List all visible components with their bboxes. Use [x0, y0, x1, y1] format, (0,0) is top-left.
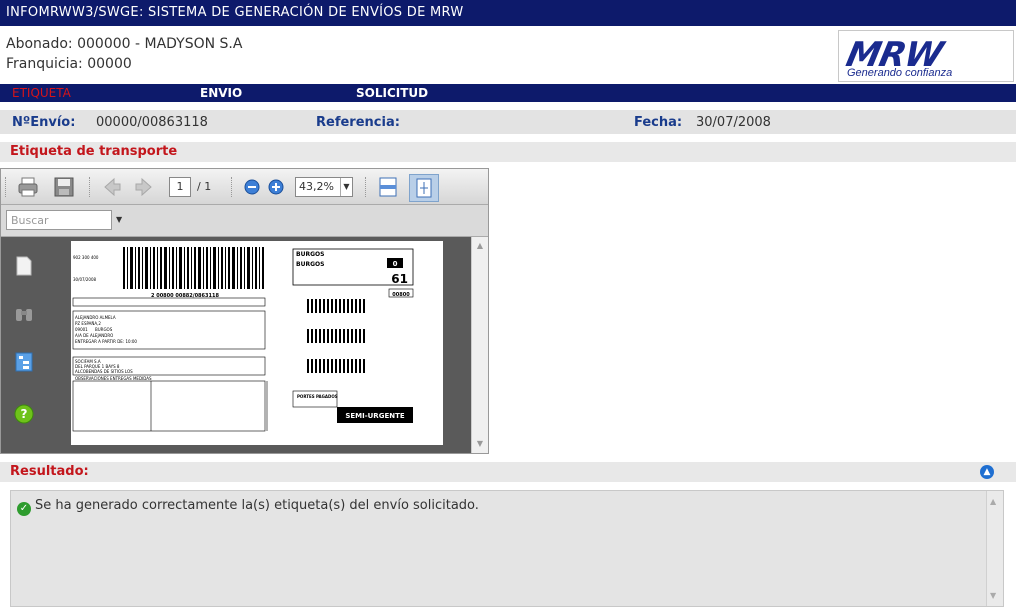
zoom-select[interactable]: 43,2% ▼	[295, 177, 353, 197]
shipment-info-bar: NºEnvío: 00000/00863118 Referencia: Fech…	[0, 110, 1016, 134]
tab-etiqueta[interactable]: ETIQUETA	[12, 86, 71, 100]
binoculars-icon[interactable]	[13, 303, 35, 325]
label-portes: PORTES PAGADOS	[297, 394, 338, 399]
window-title-bar: INFOMRWW3/SWGE: SISTEMA DE GENERACIÓN DE…	[0, 0, 1016, 28]
viewer-side-panel: ?	[1, 237, 53, 453]
label-office: 00800	[392, 292, 410, 298]
shipping-label-page: 902 300 400 30/07/2008 2 00800 00882/086…	[71, 241, 443, 445]
tab-envio[interactable]: ENVIO	[200, 86, 242, 100]
obs-header: OBSERVACIONES ENTREGAS MEDIDAS	[75, 376, 152, 381]
secondary-barcodes	[307, 299, 367, 373]
label-section-header: Etiqueta de transporte	[0, 142, 1016, 162]
pages-icon[interactable]	[13, 255, 35, 277]
dest-cp: 09001	[75, 327, 88, 332]
header: Abonado: 000000 - MADYSON S.A Franquicia…	[0, 30, 1016, 82]
logo-tagline: Generando confianza	[847, 67, 953, 79]
envio-value: 00000/00863118	[96, 115, 208, 130]
zoom-value: 43,2%	[299, 180, 334, 193]
save-icon[interactable]	[53, 176, 75, 198]
fecha-label: Fecha:	[634, 115, 683, 130]
dest-att: A/A DE ALEJANDRO	[75, 333, 113, 338]
scroll-down-icon[interactable]: ▼	[475, 439, 485, 449]
pdf-viewer: 1 / 1 43,2% ▼ Buscar ▼ ? ▲ ▼ 902 300 400…	[0, 168, 489, 454]
zoom-out-icon[interactable]	[241, 176, 263, 198]
franquicia-text: Franquicia: 00000	[6, 56, 132, 72]
scroll-up-icon[interactable]: ▲	[990, 497, 996, 506]
label-box-no: 0	[393, 260, 398, 268]
label-service: SEMI-URGENTE	[345, 412, 405, 420]
result-message: ✓ Se ha generado correctamente la(s) etiq…	[17, 498, 479, 516]
label-city2: BURGOS	[296, 261, 324, 268]
viewer-scrollbar[interactable]: ▲ ▼	[471, 237, 488, 453]
result-section-header: Resultado: ▲	[0, 462, 1016, 482]
dest-note: ENTREGAR A PARTIR DE: 10:00	[75, 339, 137, 344]
dest-name: ALEJANDRO ALMELA	[75, 315, 116, 320]
chevron-down-icon[interactable]: ▼	[116, 215, 122, 224]
fit-page-icon[interactable]	[409, 174, 439, 202]
envio-label: NºEnvío:	[12, 115, 76, 130]
result-message-box: ✓ Se ha generado correctamente la(s) etiq…	[10, 490, 1004, 607]
rem-city: ALCOBENDAS DE SITIOS LOS	[75, 369, 133, 374]
label-city1: BURGOS	[296, 251, 324, 258]
abonado-text: Abonado: 000000 - MADYSON S.A	[6, 36, 243, 52]
dest-city: BURGOS	[95, 327, 113, 332]
success-check-icon: ✓	[17, 502, 31, 516]
viewer-toolbar: 1 / 1 43,2% ▼	[1, 169, 488, 205]
label-date: 30/07/2008	[73, 277, 97, 282]
fecha-value: 30/07/2008	[696, 115, 771, 130]
label-route: 61	[391, 272, 408, 286]
label-phone: 902 300 400	[73, 255, 99, 260]
toolbar-separator	[89, 177, 91, 197]
search-row: Buscar ▼	[1, 205, 488, 237]
help-icon[interactable]: ?	[13, 403, 35, 425]
scroll-down-icon[interactable]: ▼	[990, 591, 996, 600]
window-title: INFOMRWW3/SWGE: SISTEMA DE GENERACIÓN DE…	[6, 5, 464, 20]
dest-addr: PZ ESPAÑA,2	[75, 321, 101, 326]
next-page-icon[interactable]	[133, 176, 155, 198]
result-title: Resultado:	[10, 464, 89, 479]
referencia-label: Referencia:	[316, 115, 400, 130]
prev-page-icon[interactable]	[101, 176, 123, 198]
svg-text:?: ?	[21, 407, 28, 421]
scroll-top-icon[interactable]: ▲	[980, 465, 994, 479]
page-total: / 1	[197, 180, 212, 193]
tree-icon[interactable]	[13, 351, 35, 373]
main-menu: ETIQUETA ENVIO SOLICITUD	[0, 84, 1016, 102]
page-number-input[interactable]: 1	[169, 177, 191, 197]
main-barcode	[123, 247, 264, 289]
toolbar-separator	[365, 177, 367, 197]
tab-solicitud[interactable]: SOLICITUD	[356, 86, 428, 100]
fit-width-icon[interactable]	[377, 176, 399, 198]
zoom-in-icon[interactable]	[265, 176, 287, 198]
result-text: Se ha generado correctamente la(s) etiqu…	[35, 498, 479, 513]
mrw-logo: MRW Generando confianza	[838, 30, 1014, 82]
toolbar-separator	[231, 177, 233, 197]
result-scrollbar[interactable]: ▲ ▼	[986, 491, 1003, 606]
toolbar-grip	[5, 177, 7, 197]
chevron-down-icon: ▼	[340, 178, 352, 196]
section-title: Etiqueta de transporte	[10, 144, 178, 159]
scroll-up-icon[interactable]: ▲	[475, 241, 485, 251]
print-icon[interactable]	[17, 176, 39, 198]
search-input[interactable]: Buscar	[6, 210, 112, 230]
